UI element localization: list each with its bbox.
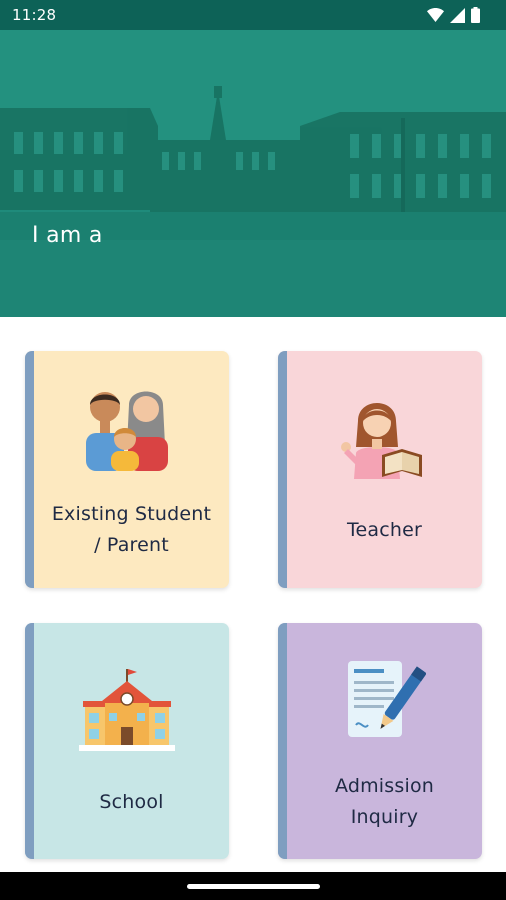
admission-inquiry-card[interactable]: Admission Inquiry [278,623,482,859]
home-gesture-handle[interactable] [187,884,320,889]
card-accent-bar [278,351,287,588]
label-line-1: Admission [334,775,435,797]
card-accent-bar [278,623,287,859]
hero-banner: I am a [0,30,506,317]
school-label: School [34,787,229,818]
wifi-icon [427,8,444,22]
school-card[interactable]: School [25,623,229,859]
teacher-icon [341,403,422,479]
admission-inquiry-label: Admission Inquiry [287,771,482,833]
family-icon [86,391,168,471]
battery-icon [471,7,480,23]
status-time: 11:28 [12,6,57,24]
teacher-card[interactable]: Teacher [278,351,482,588]
hero-prompt: I am a [32,223,103,248]
status-bar: 11:28 [0,0,506,30]
label-line-1: School [99,791,164,813]
teacher-label: Teacher [287,515,482,546]
navigation-bar [0,872,506,900]
label-line-2: Inquiry [350,806,419,828]
card-accent-bar [25,623,34,859]
label-line-1: Teacher [346,519,423,541]
existing-student-parent-label: Existing Student / Parent [34,499,229,561]
school-background-image [0,30,506,317]
card-accent-bar [25,351,34,588]
label-line-1: Existing Student [51,503,212,525]
school-building-icon [79,669,175,751]
existing-student-parent-card[interactable]: Existing Student / Parent [25,351,229,588]
signal-icon [450,7,465,23]
status-icons [427,7,480,23]
admission-form-icon [348,661,426,737]
label-line-2: / Parent [94,534,169,556]
